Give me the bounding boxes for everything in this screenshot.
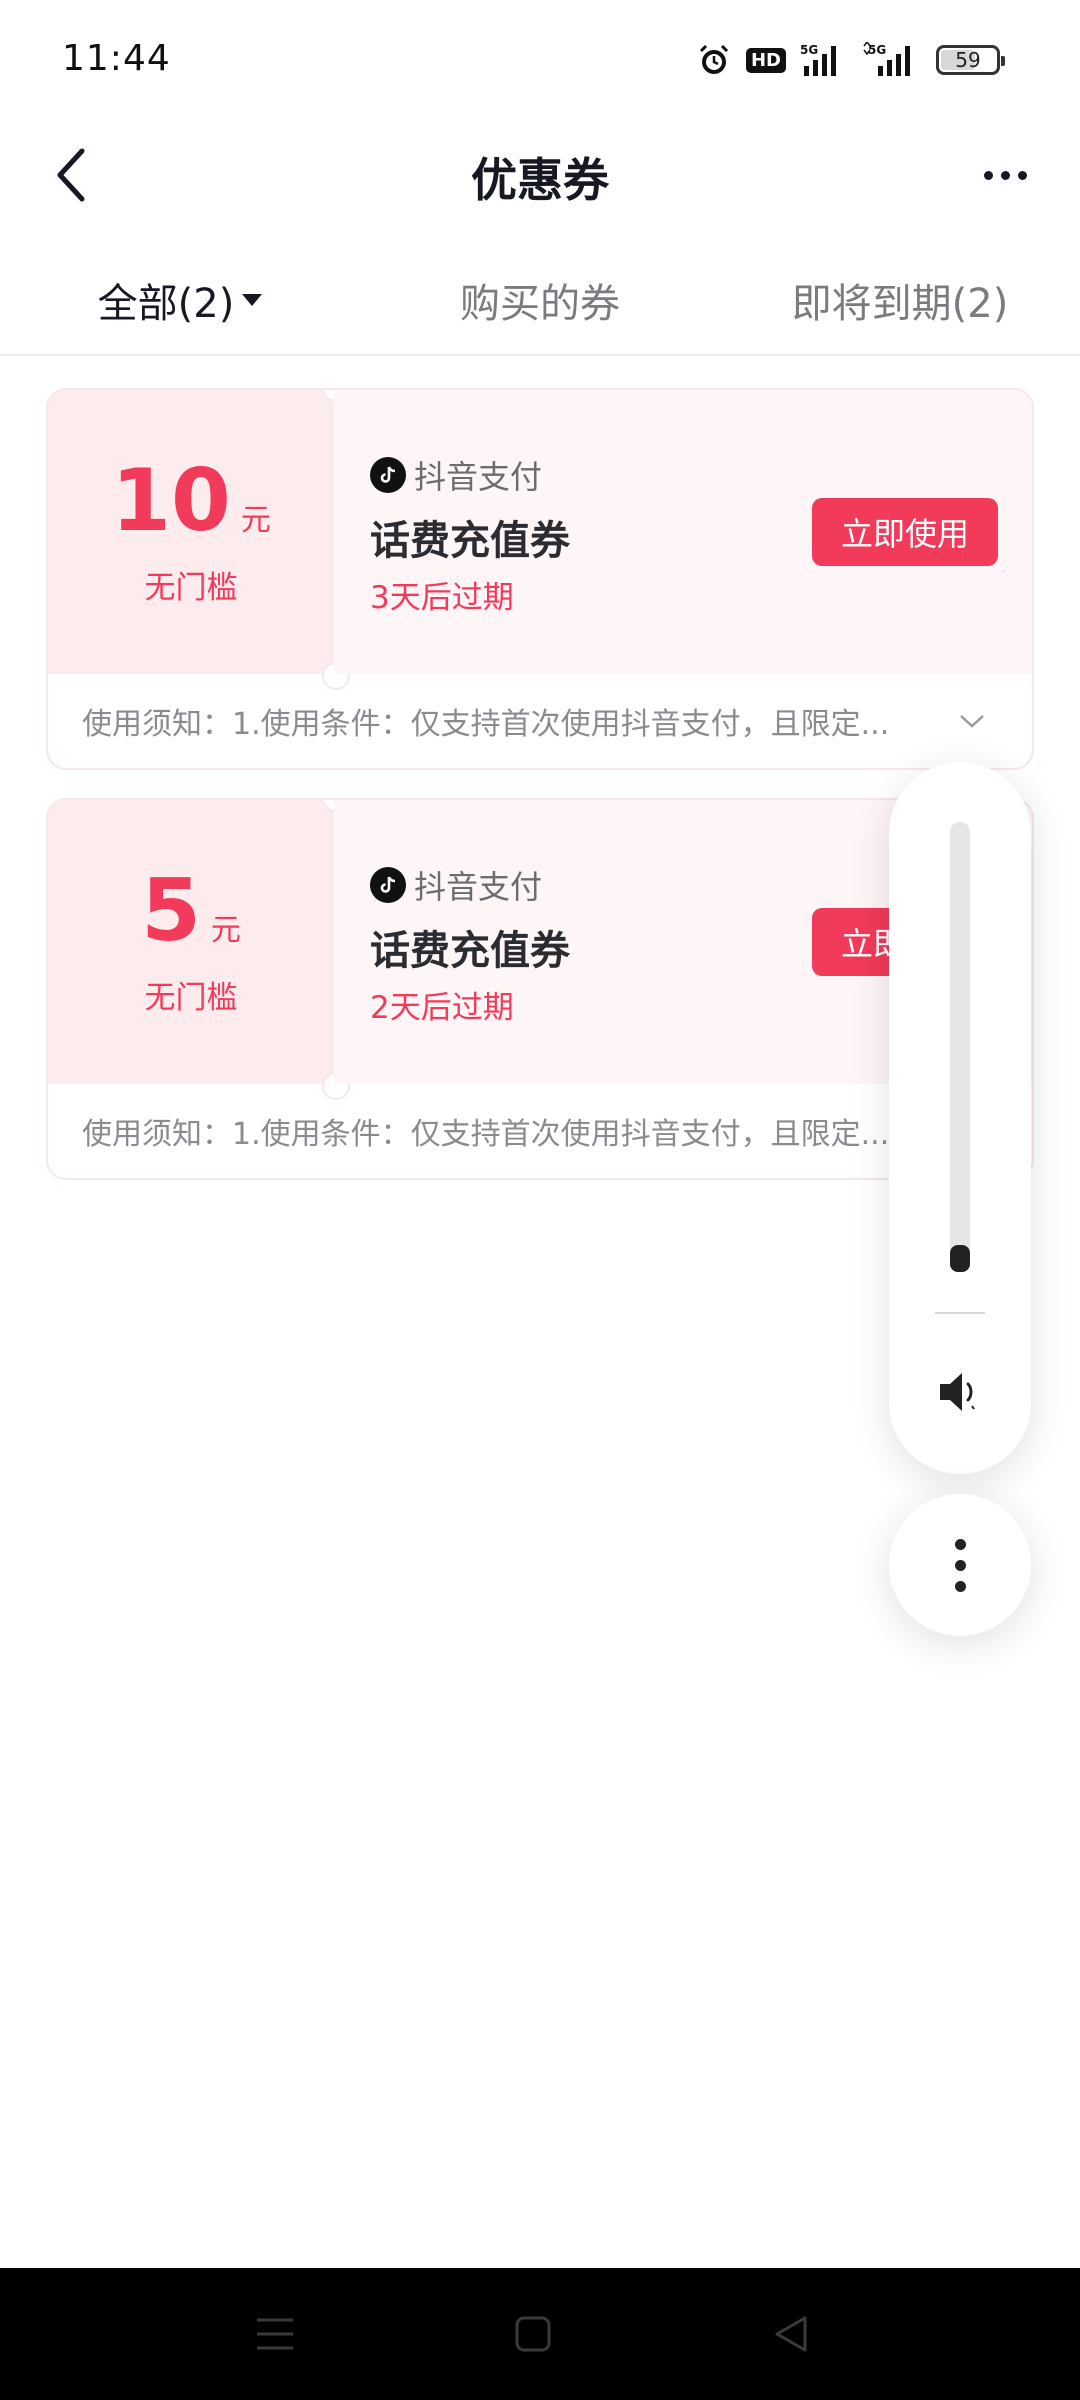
coupon-amount: 5 (141, 860, 201, 961)
more-dot (1000, 170, 1010, 180)
hd-label: HD (745, 47, 786, 73)
coupon-name: 话费充值券 (370, 518, 570, 564)
signal-5g-icon: 5G (800, 40, 848, 80)
tab-bar: 全部(2) 购买的券 即将到期(2) (0, 255, 1080, 345)
coupon-expiry: 3天后过期 (370, 580, 514, 616)
more-horizontal-icon (983, 170, 993, 180)
coupon-name: 话费充值券 (370, 928, 570, 974)
tab-expiring-label: 即将到期(2) (791, 281, 1009, 327)
coupon-card[interactable]: 5 元 无门槛 抖音支付 话费充值券 2天后过期 立即使用 使用须知：1.使用条… (46, 798, 1034, 1180)
tab-all-label: 全部(2) (97, 281, 235, 327)
coupon-notice-row[interactable]: 使用须知：1.使用条件：仅支持首次使用抖音支付，且限定... (48, 1084, 1032, 1178)
more-vertical-icon[interactable] (889, 1494, 1031, 1636)
status-icons: HD 5G 5G 59 (696, 40, 1005, 80)
more-dot (1017, 170, 1027, 180)
tab-all[interactable]: 全部(2) (0, 255, 360, 345)
svg-text:5G: 5G (868, 43, 886, 57)
alarm-icon (696, 40, 732, 80)
coupon-notice-row[interactable]: 使用须知：1.使用条件：仅支持首次使用抖音支付，且限定... (48, 674, 1032, 768)
volume-panel (889, 762, 1031, 1474)
hd-voice-icon: HD (745, 40, 786, 80)
coupon-notice: 使用须知：1.使用条件：仅支持首次使用抖音支付，且限定... (82, 707, 890, 742)
coupon-notice: 使用须知：1.使用条件：仅支持首次使用抖音支付，且限定... (82, 1117, 890, 1152)
page-title: 优惠券 (471, 153, 609, 207)
coupon-value-panel: 5 元 无门槛 (48, 800, 334, 1084)
coupon-value-panel: 10 元 无门槛 (48, 390, 334, 674)
coupon-unit: 元 (240, 502, 271, 538)
more-dot (954, 1559, 966, 1571)
tabs-divider (0, 354, 1080, 356)
battery-level: 59 (955, 48, 981, 72)
speaker-icon[interactable] (930, 1362, 990, 1422)
more-dot (954, 1580, 966, 1592)
coupon-threshold: 无门槛 (144, 569, 238, 606)
back-triangle-icon[interactable] (761, 2306, 821, 2362)
more-button[interactable] (970, 152, 1040, 198)
coupon-brand: 抖音支付 (370, 862, 542, 908)
volume-slider[interactable] (950, 822, 970, 1272)
home-square-icon[interactable] (503, 2306, 563, 2362)
coupon-expiry: 2天后过期 (370, 990, 514, 1026)
coupon-amount: 10 (111, 450, 231, 551)
system-nav-bar (0, 2268, 1080, 2400)
use-now-button[interactable]: 立即使用 (812, 498, 998, 566)
tab-purchased-label: 购买的券 (460, 281, 620, 327)
status-time: 11:44 (62, 38, 171, 79)
menu-icon[interactable] (245, 2306, 305, 2362)
coupon-unit: 元 (210, 912, 241, 948)
caret-down-icon (242, 294, 263, 306)
status-bar: 11:44 HD 5G 5G 59 (0, 0, 1080, 120)
brand-name: 抖音支付 (414, 868, 543, 906)
more-dot (954, 1538, 966, 1550)
battery-icon: 59 (936, 40, 1005, 80)
tab-purchased[interactable]: 购买的券 (360, 255, 720, 345)
brand-name: 抖音支付 (414, 458, 543, 496)
tab-expiring[interactable]: 即将到期(2) (720, 255, 1080, 345)
coupon-brand: 抖音支付 (370, 452, 542, 498)
header: 优惠券 (0, 120, 1080, 230)
volume-level (950, 1245, 970, 1272)
chevron-down-icon[interactable] (952, 701, 992, 741)
coupon-card[interactable]: 10 元 无门槛 抖音支付 话费充值券 3天后过期 立即使用 使用须知：1.使用… (46, 388, 1034, 770)
volume-divider (935, 1312, 985, 1314)
douyin-logo-icon (370, 867, 406, 903)
coupon-threshold: 无门槛 (144, 979, 238, 1016)
douyin-logo-icon (370, 457, 406, 493)
signal-5g-2-icon: 5G (862, 40, 922, 80)
svg-text:5G: 5G (800, 43, 818, 57)
